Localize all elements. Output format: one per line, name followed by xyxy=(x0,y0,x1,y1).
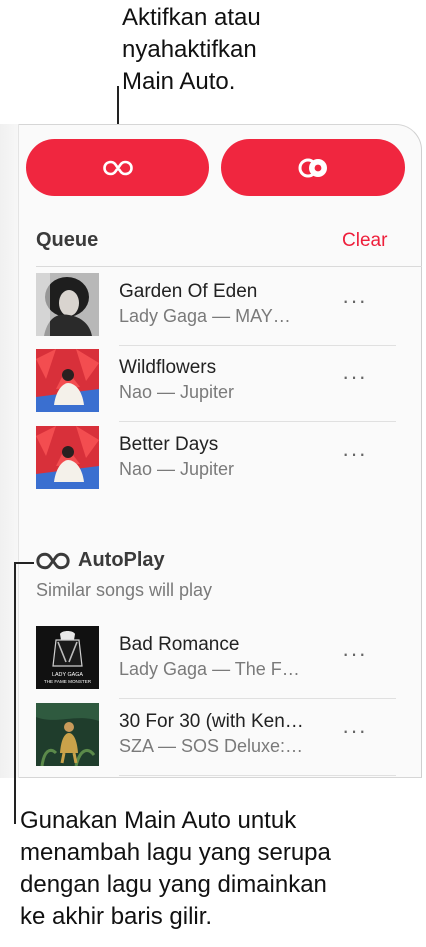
song-subtitle: Nao — Jupiter xyxy=(119,382,235,402)
callout-leader-line xyxy=(14,562,16,824)
callout-line: menambah lagu yang serupa xyxy=(20,839,331,866)
fame-monster-caption: LADY GAGA xyxy=(52,672,83,678)
more-options-button[interactable]: ··· xyxy=(342,641,367,667)
panel-left-edge xyxy=(0,124,19,778)
queue-header-divider xyxy=(36,266,422,267)
autoplay-item[interactable]: LADY GAGA THE FAME MONSTER Bad Romance L… xyxy=(36,626,396,702)
autoplay-toggle-button[interactable] xyxy=(26,139,209,196)
more-options-button[interactable]: ··· xyxy=(342,364,367,390)
song-subtitle: Nao — Jupiter xyxy=(119,459,235,479)
row-divider xyxy=(119,421,396,422)
row-divider xyxy=(119,698,396,699)
song-title: Bad Romance xyxy=(119,634,240,655)
sync-button[interactable] xyxy=(221,139,405,196)
callout-line: ke akhir baris gilir. xyxy=(20,903,213,930)
autoplay-item[interactable]: 30 For 30 (with Ken… SZA — SOS Deluxe:… … xyxy=(36,703,396,779)
album-art-mayhem xyxy=(36,273,99,336)
callout-autoplay-description: Gunakan Main Auto untuk menambah lagu ya… xyxy=(20,805,420,933)
row-divider xyxy=(119,775,396,776)
song-title: 30 For 30 (with Ken… xyxy=(119,711,304,732)
sync-dot-icon xyxy=(298,158,327,177)
clear-button[interactable]: Clear xyxy=(342,230,387,252)
callout-autoplay-toggle: Aktifkan atau nyahaktifkan Main Auto. xyxy=(122,2,422,98)
queue-item[interactable]: Better Days Nao — Jupiter ··· xyxy=(36,426,396,502)
autoplay-subtitle: Similar songs will play xyxy=(36,580,213,600)
song-subtitle: Lady Gaga — The F… xyxy=(119,659,300,679)
callout-line: nyahaktifkan xyxy=(122,36,257,63)
callout-line: Aktifkan atau xyxy=(122,4,261,31)
queue-item[interactable]: Wildflowers Nao — Jupiter ··· xyxy=(36,349,396,425)
callout-line: Main Auto. xyxy=(122,68,236,95)
callout-line: Gunakan Main Auto untuk xyxy=(20,807,297,834)
autoplay-heading: AutoPlay xyxy=(36,549,165,572)
album-art-jupiter xyxy=(36,349,99,412)
callout-line: dengan lagu yang dimainkan xyxy=(20,871,327,898)
more-options-button[interactable]: ··· xyxy=(342,718,367,744)
queue-title: Queue xyxy=(36,229,99,251)
song-subtitle: Lady Gaga — MAY… xyxy=(119,306,291,326)
callout-leader-line xyxy=(14,562,34,564)
album-art-sos-deluxe xyxy=(36,703,99,766)
fame-monster-caption: THE FAME MONSTER xyxy=(44,679,92,684)
row-divider xyxy=(119,345,396,346)
infinity-icon xyxy=(36,552,70,569)
queue-item[interactable]: Garden Of Eden Lady Gaga — MAY… ··· xyxy=(36,273,396,349)
album-art-jupiter xyxy=(36,426,99,489)
song-title: Better Days xyxy=(119,434,219,455)
song-title: Wildflowers xyxy=(119,357,217,378)
more-options-button[interactable]: ··· xyxy=(342,441,367,467)
album-art-fame-monster: LADY GAGA THE FAME MONSTER xyxy=(36,626,99,689)
song-subtitle: SZA — SOS Deluxe:… xyxy=(119,736,304,756)
song-title: Garden Of Eden xyxy=(119,281,258,302)
autoplay-title: AutoPlay xyxy=(78,549,165,571)
more-options-button[interactable]: ··· xyxy=(342,288,367,314)
infinity-icon xyxy=(102,160,133,175)
